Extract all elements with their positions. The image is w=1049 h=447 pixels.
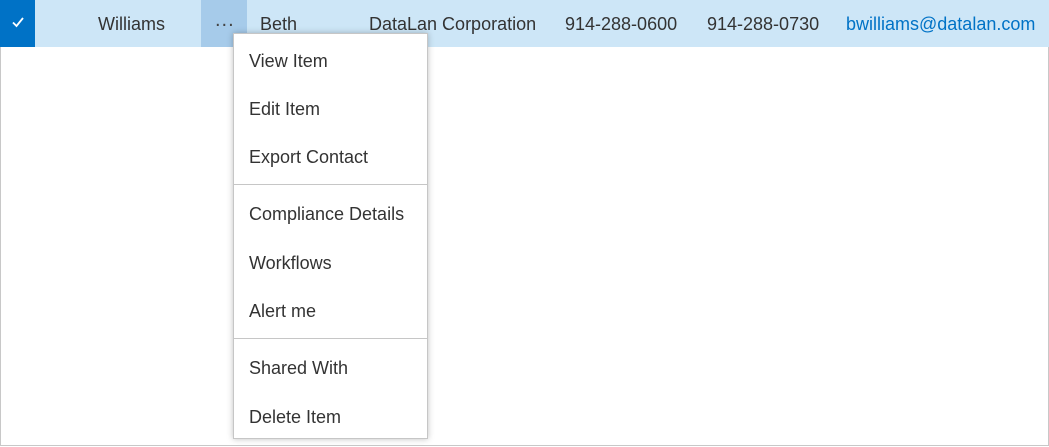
list-view (0, 0, 1049, 446)
selected-list-row[interactable]: Williams Beth DataLan Corporation 914-28… (0, 0, 1049, 47)
menu-item-delete-item[interactable]: Delete Item (234, 395, 427, 439)
fax-number-cell: 914-288-0730 (707, 14, 820, 34)
item-context-menu: View Item Edit Item Export Contact Compl… (233, 33, 428, 439)
checkmark-icon (12, 17, 24, 28)
ellipsis-icon: ... (215, 9, 235, 31)
menu-item-alert-me[interactable]: Alert me (234, 289, 427, 333)
menu-item-export-contact[interactable]: Export Contact (234, 135, 427, 179)
last-name-cell: Williams (98, 14, 165, 34)
menu-item-workflows[interactable]: Workflows (234, 241, 427, 285)
company-cell: DataLan Corporation (369, 14, 537, 34)
menu-item-view-item[interactable]: View Item (234, 39, 427, 83)
menu-divider (234, 338, 427, 339)
first-name-cell: Beth (260, 14, 298, 34)
email-link[interactable]: bwilliams@datalan.com (846, 14, 1035, 34)
business-phone-cell: 914-288-0600 (565, 14, 678, 34)
menu-item-shared-with[interactable]: Shared With (234, 346, 427, 390)
row-select-checkbox[interactable] (0, 0, 35, 47)
menu-item-compliance-details[interactable]: Compliance Details (234, 192, 427, 236)
menu-item-edit-item[interactable]: Edit Item (234, 87, 427, 131)
menu-divider (234, 184, 427, 185)
